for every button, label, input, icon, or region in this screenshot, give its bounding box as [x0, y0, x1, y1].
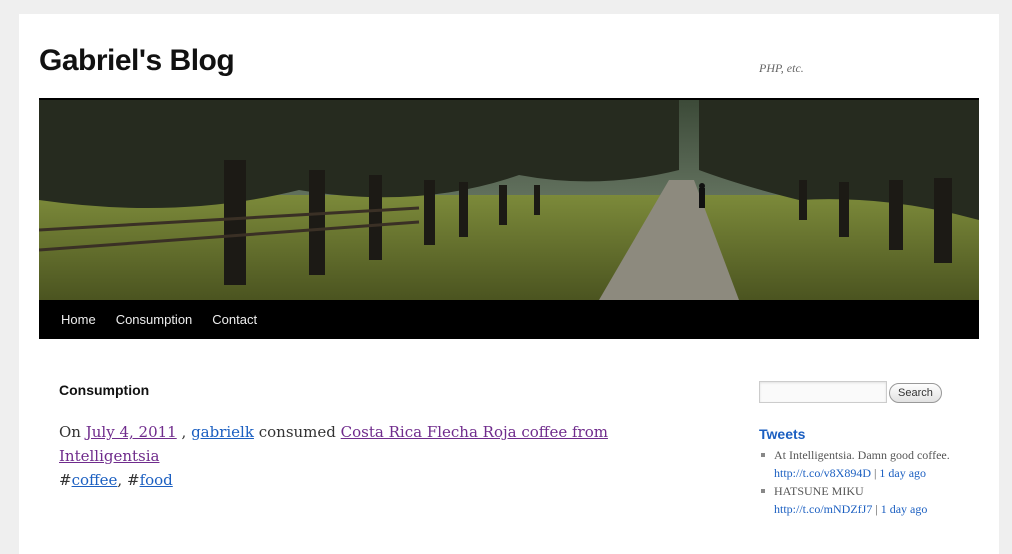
tweet-link[interactable]: http://t.co/v8X894D [774, 466, 871, 480]
site-description: PHP, etc. [759, 61, 804, 75]
tag-hash: # [59, 471, 72, 489]
entry-separator: , [181, 423, 187, 441]
tweet-separator: | [874, 466, 877, 480]
entry-author-link[interactable]: gabrielk [191, 423, 254, 441]
entry-verb: consumed [258, 423, 336, 441]
tweet-time-link[interactable]: 1 day ago [881, 502, 928, 516]
entry-title: Consumption [59, 382, 150, 398]
tag-coffee-link[interactable]: coffee [72, 471, 118, 489]
tag-food-link[interactable]: food [140, 471, 173, 489]
search-input[interactable] [759, 381, 887, 403]
tag-hash: # [126, 471, 140, 489]
nav-item-consumption[interactable]: Consumption [106, 300, 203, 339]
tweet-separator: | [875, 502, 878, 516]
tweets-heading: Tweets [759, 426, 806, 442]
entry-prefix: On [59, 423, 81, 441]
nav-item-contact[interactable]: Contact [202, 300, 267, 339]
tweet-text: At Intelligentsia. Damn good coffee. [774, 448, 950, 462]
nav-item-home[interactable]: Home [51, 300, 106, 339]
tweet-link[interactable]: http://t.co/mNDZfJ7 [774, 502, 872, 516]
tag-comma: , [117, 471, 123, 489]
entry-content: On July 4, 2011 , gabrielk consumed Cost… [59, 420, 699, 492]
tweet-item: HATSUNE MIKU http://t.co/mNDZfJ7 | 1 day… [759, 482, 959, 518]
tweets-list: At Intelligentsia. Damn good coffee. htt… [759, 446, 959, 518]
site-title[interactable]: Gabriel's Blog [39, 44, 235, 78]
search-button[interactable]: Search [889, 383, 942, 403]
main-navigation: Home Consumption Contact [39, 300, 979, 339]
tweet-item: At Intelligentsia. Damn good coffee. htt… [759, 446, 959, 482]
entry-date-link[interactable]: July 4, 2011 [86, 423, 177, 441]
header-banner-image [39, 98, 979, 302]
tree-lined-road-image [39, 100, 979, 300]
tweet-text: HATSUNE MIKU [774, 484, 864, 498]
tweet-time-link[interactable]: 1 day ago [879, 466, 926, 480]
page: Gabriel's Blog PHP, etc. Home Consumptio… [19, 14, 999, 554]
